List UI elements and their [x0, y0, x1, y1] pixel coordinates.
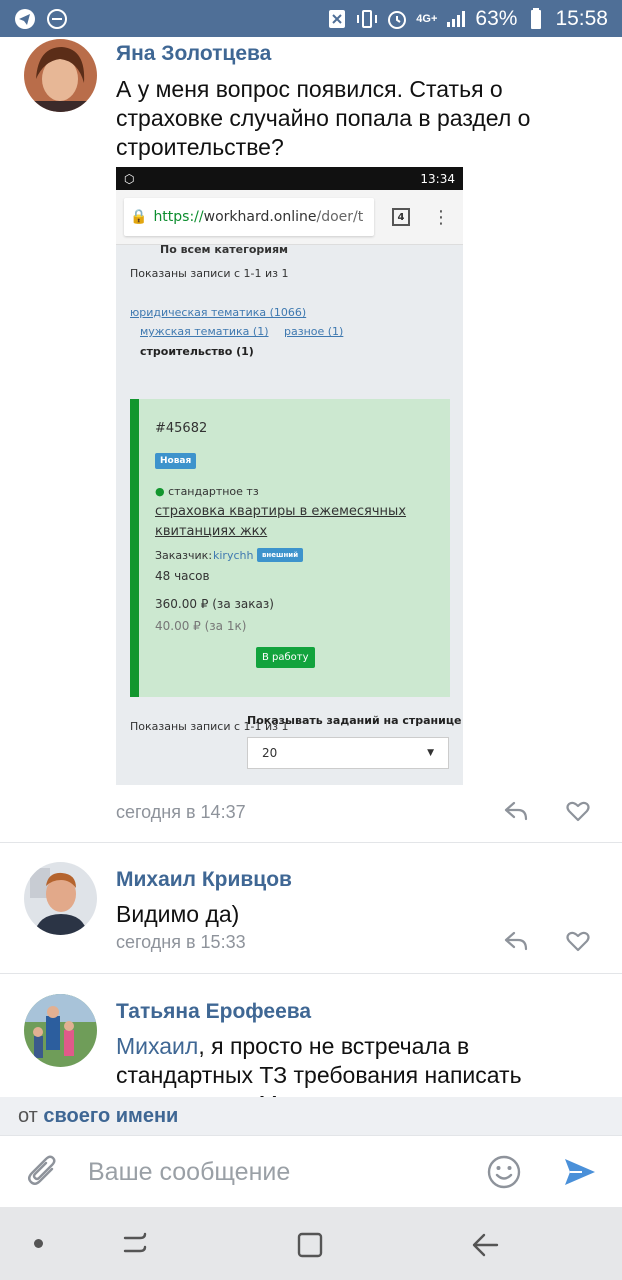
spec-type: ● стандартное тз — [155, 485, 259, 498]
comment-time: сегодня в 15:33 — [116, 932, 246, 952]
system-nav-bar — [0, 1207, 622, 1280]
clock: 15:58 — [555, 6, 608, 30]
attach-icon[interactable] — [26, 1154, 60, 1195]
help-icon: ● — [155, 485, 165, 498]
comment-text: А у меня вопрос появился. Статья о страх… — [116, 76, 531, 160]
network-type: 4G+ — [416, 12, 438, 25]
signal-icon — [445, 8, 467, 30]
shield-icon: ⬡ — [124, 171, 135, 186]
attachment-time: 13:34 — [420, 171, 455, 186]
comment-author[interactable]: Татьяна Ерофеева — [116, 1000, 311, 1024]
comment: Яна Золотцева А у меня вопрос появился. … — [0, 37, 622, 842]
per-page-select: 20 ▼ — [247, 737, 449, 769]
badge-new: Новая — [155, 453, 197, 469]
mention-link[interactable]: Михаил — [116, 1033, 198, 1059]
avatar[interactable] — [24, 994, 97, 1067]
attached-screenshot[interactable]: ⬡ 13:34 🔒 https:// workhard.online /doer… — [116, 167, 463, 785]
task-card: #45682 Новая ● стандартное тз страховка … — [130, 399, 450, 697]
task-title-1: страховка квартиры в ежемесячных — [155, 504, 407, 519]
nfc-icon — [326, 8, 348, 30]
alarm-icon — [386, 8, 408, 30]
comment-author[interactable]: Яна Золотцева — [116, 42, 271, 66]
category-misc: разное (1) — [284, 325, 344, 338]
tab-count: 4 — [392, 208, 410, 226]
comment-time: сегодня в 14:37 — [116, 802, 246, 822]
lock-icon: 🔒 — [130, 209, 148, 225]
customer-name: kirychh — [213, 549, 254, 562]
comment-text: Видимо да) — [116, 901, 240, 927]
task-id: #45682 — [155, 421, 208, 436]
send-icon[interactable] — [562, 1154, 598, 1195]
comments-feed[interactable]: Яна Золотцева А у меня вопрос появился. … — [0, 37, 622, 1097]
send-as-prefix: от — [18, 1105, 38, 1127]
nav-dot-icon — [34, 1239, 43, 1248]
battery-percent: 63% — [475, 6, 518, 30]
avatar[interactable] — [24, 862, 97, 935]
browser-url-bar: 🔒 https:// workhard.online /doer/t 4 ⋮ — [116, 190, 463, 245]
reply-icon[interactable] — [503, 800, 531, 824]
comment-text: Михаил, я просто не встречала в стандарт… — [116, 1033, 522, 1097]
more-menu-icon: ⋮ — [432, 206, 450, 228]
divider — [0, 973, 622, 974]
dropdown-arrow-icon: ▼ — [427, 748, 434, 758]
url-host: workhard.online — [203, 209, 317, 225]
take-task-button: В работу — [256, 647, 315, 668]
like-icon[interactable] — [566, 930, 594, 954]
category-build: строительство (1) — [140, 345, 254, 358]
category-legal: юридическая тематика (1066) — [130, 306, 307, 319]
like-icon[interactable] — [566, 800, 594, 824]
url-scheme: https:// — [153, 209, 204, 225]
divider — [0, 842, 622, 843]
category-men: мужская тематика (1) — [140, 325, 269, 338]
badge-external: внешний — [257, 548, 304, 562]
records-shown-top: Показаны записи с 1-1 из 1 — [130, 267, 289, 280]
message-input[interactable]: Ваше сообщение — [88, 1158, 290, 1187]
comment-author[interactable]: Михаил Кривцов — [116, 868, 292, 892]
compose-bar: Ваше сообщение — [0, 1135, 622, 1207]
back-button[interactable] — [470, 1231, 500, 1264]
task-hours: 48 часов — [155, 569, 210, 583]
price-per-k: 40.00 ₽ (за 1к) — [155, 619, 247, 633]
telegram-icon — [14, 8, 36, 30]
battery-icon — [525, 7, 547, 30]
avatar[interactable] — [24, 39, 97, 112]
task-title-2: квитанциях жкх — [155, 524, 268, 539]
per-page-label: Показывать заданий на странице — [247, 714, 462, 727]
status-bar: 4G+ 63% 15:58 — [0, 0, 622, 37]
filter-all-label: По всем категориям — [160, 243, 289, 256]
do-not-disturb-icon — [46, 8, 68, 30]
price-total: 360.00 ₽ (за заказ) — [155, 597, 274, 611]
send-as-selector[interactable]: от своего имени — [0, 1097, 622, 1135]
vibrate-icon — [356, 8, 378, 30]
reply-icon[interactable] — [503, 930, 531, 954]
emoji-icon[interactable] — [486, 1154, 522, 1195]
home-button[interactable] — [296, 1231, 324, 1264]
send-as-value[interactable]: своего имени — [43, 1105, 178, 1127]
attachment-status-bar: ⬡ 13:34 — [116, 167, 463, 190]
comment: Татьяна Ерофеева Михаил, я просто не вст… — [0, 992, 622, 1097]
url-field: 🔒 https:// workhard.online /doer/t — [124, 198, 374, 236]
comment: Михаил Кривцов Видимо да) сегодня в 15:3… — [0, 860, 622, 970]
customer-label: Заказчик: — [155, 549, 213, 562]
url-path: /doer/t — [316, 209, 364, 225]
recent-apps-button[interactable] — [120, 1231, 150, 1262]
